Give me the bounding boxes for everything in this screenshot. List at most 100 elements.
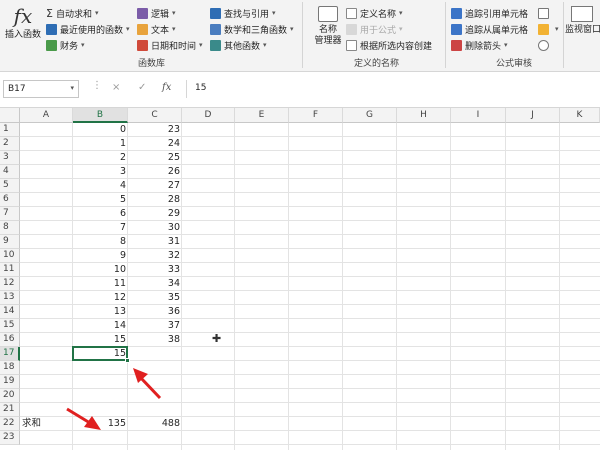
column-header-c[interactable]: C	[128, 108, 182, 123]
cell-c12[interactable]: 34	[128, 277, 182, 291]
trace-dependents-icon	[451, 23, 462, 35]
row-header-11[interactable]: 11	[0, 263, 20, 277]
cell-b15[interactable]: 14	[73, 319, 128, 333]
cell-b3[interactable]: 2	[73, 151, 128, 165]
cell-b13[interactable]: 12	[73, 291, 128, 305]
row-header-20[interactable]: 20	[0, 389, 20, 403]
cell-c1[interactable]: 23	[128, 123, 182, 137]
insert-function-button[interactable]: fx 插入函数	[2, 4, 44, 41]
math-trig-button[interactable]: 数学和三角函数 ▾	[210, 22, 294, 36]
row-header-12[interactable]: 12	[0, 277, 20, 291]
row-header-16[interactable]: 16	[0, 333, 20, 347]
column-header-k[interactable]: K	[560, 108, 600, 123]
row-header-6[interactable]: 6	[0, 193, 20, 207]
row-header-14[interactable]: 14	[0, 305, 20, 319]
logical-button[interactable]: 逻辑 ▾	[137, 6, 176, 20]
row-header-15[interactable]: 15	[0, 319, 20, 333]
name-box[interactable]: B17 ▾	[3, 80, 79, 98]
more-functions-button[interactable]: 其他函数 ▾	[210, 38, 267, 52]
row-header-13[interactable]: 13	[0, 291, 20, 305]
column-header-a[interactable]: A	[20, 108, 73, 123]
fx-icon: fx	[13, 4, 33, 28]
remove-arrows-button[interactable]: 删除箭头 ▾	[451, 38, 508, 52]
evaluate-formula-button[interactable]	[538, 38, 552, 52]
cell-c3[interactable]: 25	[128, 151, 182, 165]
watch-window-button[interactable]: 监视窗口	[565, 6, 600, 36]
name-manager-button[interactable]: 名称 管理器	[308, 6, 348, 47]
row-header-18[interactable]: 18	[0, 361, 20, 375]
cell-c7[interactable]: 29	[128, 207, 182, 221]
column-header-g[interactable]: G	[343, 108, 397, 123]
cell-c8[interactable]: 30	[128, 221, 182, 235]
row-header-21[interactable]: 21	[0, 403, 20, 417]
show-formulas-button[interactable]	[538, 6, 552, 20]
cell-c10[interactable]: 32	[128, 249, 182, 263]
formula-input[interactable]: 15	[186, 80, 598, 98]
cell-b7[interactable]: 6	[73, 207, 128, 221]
row-header-9[interactable]: 9	[0, 235, 20, 249]
row-header-3[interactable]: 3	[0, 151, 20, 165]
cell-b5[interactable]: 4	[73, 179, 128, 193]
datetime-button[interactable]: 日期和时间 ▾	[137, 38, 203, 52]
column-header-j[interactable]: J	[506, 108, 560, 123]
fx-icon[interactable]: fx	[162, 82, 171, 93]
cell-b1[interactable]: 0	[73, 123, 128, 137]
cell-b9[interactable]: 8	[73, 235, 128, 249]
cell-b16[interactable]: 15	[73, 333, 128, 347]
column-header-d[interactable]: D	[182, 108, 235, 123]
cell-b10[interactable]: 9	[73, 249, 128, 263]
row-header-22[interactable]: 22	[0, 417, 20, 431]
lookup-reference-button[interactable]: 查找与引用 ▾	[210, 6, 276, 20]
cell-c11[interactable]: 33	[128, 263, 182, 277]
cell-b2[interactable]: 1	[73, 137, 128, 151]
cell-c13[interactable]: 35	[128, 291, 182, 305]
row-header-2[interactable]: 2	[0, 137, 20, 151]
cell-c5[interactable]: 27	[128, 179, 182, 193]
cell-b6[interactable]: 5	[73, 193, 128, 207]
cancel-icon[interactable]: ×	[112, 82, 120, 93]
recent-functions-button[interactable]: 最近使用的函数 ▾	[46, 22, 130, 36]
use-in-formula-button[interactable]: 用于公式 ▾	[346, 22, 403, 36]
select-all-corner[interactable]	[0, 108, 20, 123]
cell-b11[interactable]: 10	[73, 263, 128, 277]
cell-c6[interactable]: 28	[128, 193, 182, 207]
column-header-i[interactable]: I	[451, 108, 506, 123]
cell-b14[interactable]: 13	[73, 305, 128, 319]
cell-c15[interactable]: 37	[128, 319, 182, 333]
row-header-4[interactable]: 4	[0, 165, 20, 179]
financial-button[interactable]: 财务 ▾	[46, 38, 85, 52]
trace-precedents-button[interactable]: 追踪引用单元格	[451, 6, 528, 20]
column-header-f[interactable]: F	[289, 108, 343, 123]
cell-c9[interactable]: 31	[128, 235, 182, 249]
define-name-button[interactable]: 定义名称 ▾	[346, 6, 403, 20]
cell-c16[interactable]: 38	[128, 333, 182, 347]
text-button[interactable]: 文本 ▾	[137, 22, 176, 36]
row-header-8[interactable]: 8	[0, 221, 20, 235]
trace-dependents-button[interactable]: 追踪从属单元格	[451, 22, 528, 36]
cell-a22-sum-label[interactable]: 求和	[20, 417, 73, 431]
cell-c22-sum[interactable]: 488	[128, 417, 182, 431]
cell-c14[interactable]: 36	[128, 305, 182, 319]
autosum-button[interactable]: Σ 自动求和 ▾	[46, 6, 98, 20]
column-header-b[interactable]: B	[73, 108, 128, 123]
cell-b12[interactable]: 11	[73, 277, 128, 291]
cell-c4[interactable]: 26	[128, 165, 182, 179]
cell-c2[interactable]: 24	[128, 137, 182, 151]
row-header-17[interactable]: 17	[0, 347, 20, 361]
row-header-23[interactable]: 23	[0, 431, 20, 445]
column-header-h[interactable]: H	[397, 108, 451, 123]
worksheet-grid[interactable]: A B C D E F G H I J K 1 2 3 4 5 6 7 8 9 10 11 12 13 14 15 16 17 18 19…	[0, 108, 600, 450]
create-from-selection-button[interactable]: 根据所选内容创建	[346, 38, 432, 52]
cell-b4[interactable]: 3	[73, 165, 128, 179]
row-header-1[interactable]: 1	[0, 123, 20, 137]
column-header-e[interactable]: E	[235, 108, 289, 123]
fill-handle[interactable]	[125, 358, 130, 363]
row-header-19[interactable]: 19	[0, 375, 20, 389]
enter-icon[interactable]: ✓	[138, 82, 146, 93]
cell-b22-sum[interactable]: 135	[73, 417, 128, 431]
error-checking-button[interactable]: ▾	[538, 22, 559, 36]
row-header-10[interactable]: 10	[0, 249, 20, 263]
cell-b8[interactable]: 7	[73, 221, 128, 235]
row-header-7[interactable]: 7	[0, 207, 20, 221]
row-header-5[interactable]: 5	[0, 179, 20, 193]
